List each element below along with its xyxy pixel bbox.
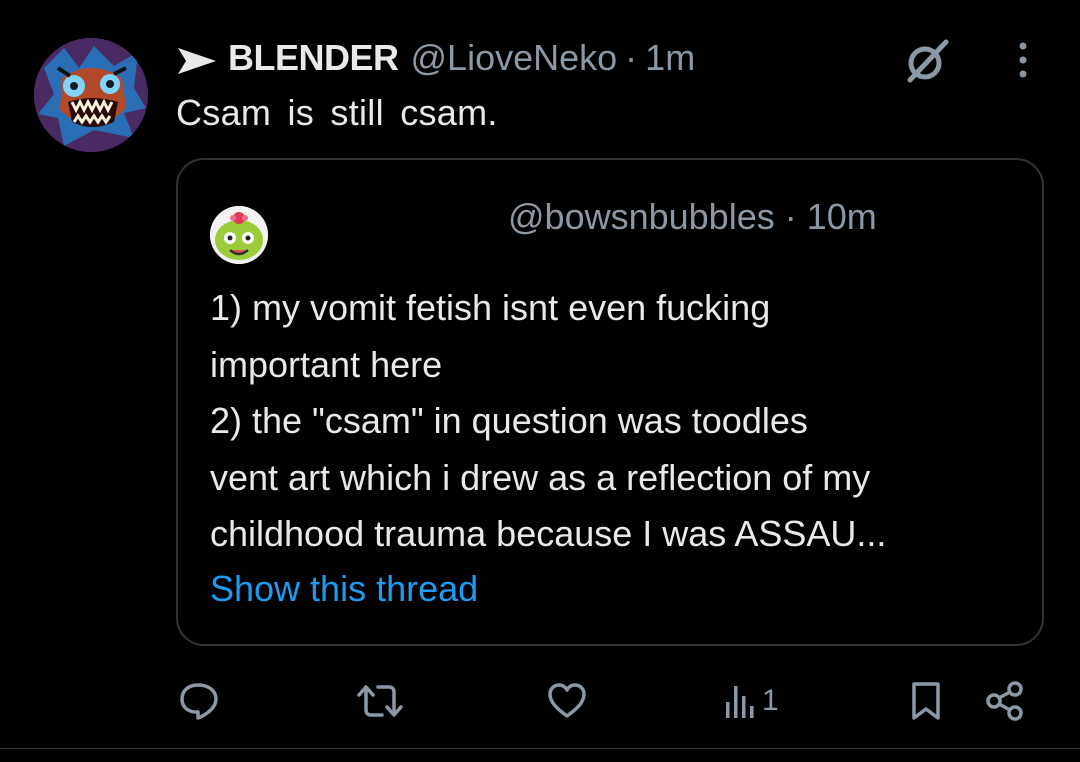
reply-button[interactable] bbox=[178, 676, 220, 726]
divider bbox=[0, 748, 1080, 749]
quoted-author-avatar[interactable] bbox=[210, 206, 268, 264]
quoted-text-line: childhood trauma because I was ASSAU... bbox=[210, 513, 887, 554]
like-button[interactable] bbox=[546, 676, 588, 726]
quoted-text-line: 2) the "csam" in question was toodles bbox=[210, 400, 808, 441]
views-button[interactable]: 1 bbox=[722, 676, 779, 726]
right-arrow-icon bbox=[176, 43, 218, 74]
post-header: BLENDER @LioveNeko · 1m bbox=[176, 36, 695, 80]
author-avatar[interactable] bbox=[34, 38, 148, 152]
grok-icon[interactable] bbox=[904, 38, 950, 84]
post-timestamp[interactable]: 1m bbox=[645, 37, 695, 79]
share-icon bbox=[986, 681, 1023, 721]
post[interactable]: BLENDER @LioveNeko · 1m Csam is still cs… bbox=[0, 0, 1080, 762]
quoted-timestamp[interactable]: 10m bbox=[807, 196, 877, 237]
quoted-text: 1) my vomit fetish isnt even fucking imp… bbox=[210, 280, 1030, 563]
monster-avatar-icon bbox=[34, 38, 148, 152]
author-display-name[interactable]: BLENDER bbox=[228, 37, 399, 79]
like-icon bbox=[548, 683, 586, 718]
repost-button[interactable] bbox=[356, 676, 404, 726]
quoted-header: @bowsnbubbles · 10m bbox=[508, 196, 877, 238]
quoted-text-line: vent art which i drew as a reflection of… bbox=[210, 456, 871, 498]
green-character-avatar-icon bbox=[210, 206, 268, 264]
views-count: 1 bbox=[762, 684, 779, 717]
quoted-text-line: 1) my vomit fetish isnt even fucking bbox=[210, 287, 771, 328]
quoted-author-handle[interactable]: @bowsnbubbles bbox=[508, 196, 775, 237]
quoted-text-line: important here bbox=[210, 343, 443, 385]
bookmark-icon bbox=[912, 682, 940, 720]
views-icon bbox=[726, 686, 754, 718]
quoted-post[interactable]: @bowsnbubbles · 10m 1) my vomit fetish i… bbox=[176, 158, 1044, 646]
separator-dot: · bbox=[784, 196, 797, 237]
share-button[interactable] bbox=[984, 676, 1026, 726]
show-thread-link[interactable]: Show this thread bbox=[210, 568, 478, 610]
post-text: Csam is still csam. bbox=[176, 92, 498, 133]
separator-dot: · bbox=[625, 37, 638, 78]
author-handle[interactable]: @LioveNeko bbox=[411, 37, 618, 79]
reply-icon bbox=[180, 683, 218, 720]
action-bar: 1 bbox=[0, 676, 1080, 726]
repost-icon bbox=[357, 685, 403, 717]
more-options-icon[interactable] bbox=[1012, 40, 1034, 80]
bookmark-button[interactable] bbox=[906, 676, 946, 726]
